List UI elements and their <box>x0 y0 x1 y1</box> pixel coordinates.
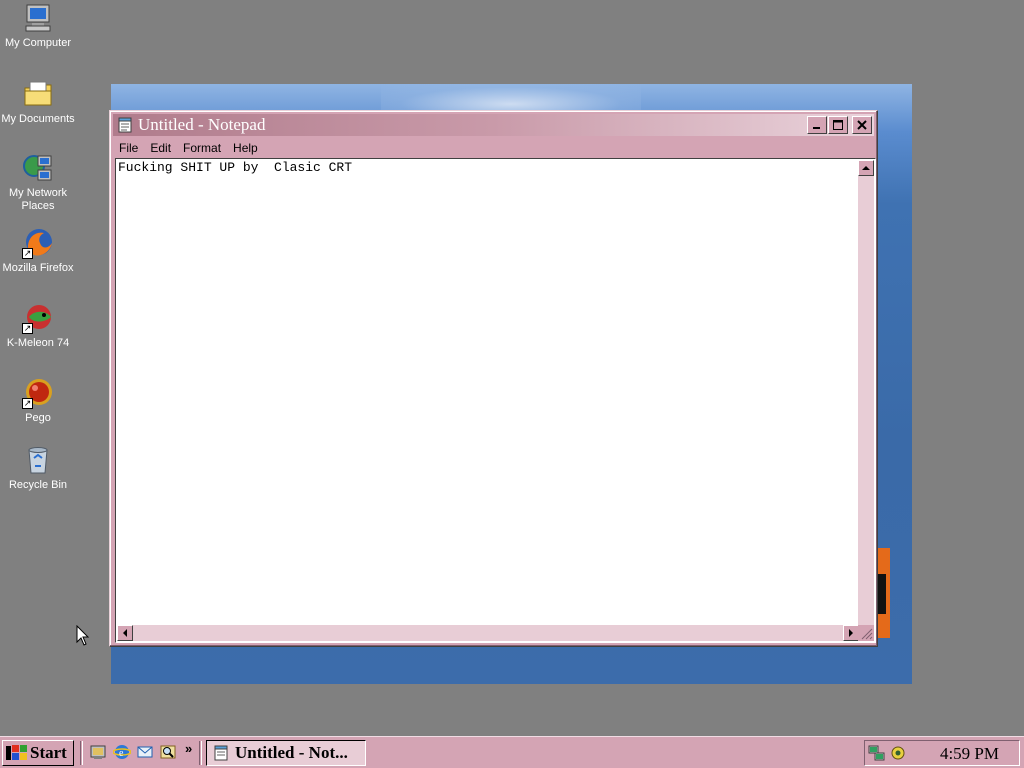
desktop-icon-my-network-places[interactable]: My Network Places <box>0 152 76 213</box>
scroll-left-button[interactable] <box>117 625 133 641</box>
desktop-icon-my-documents[interactable]: My Documents <box>0 78 76 126</box>
menu-help[interactable]: Help <box>227 141 264 155</box>
clock[interactable]: 4:59 PM <box>940 744 999 764</box>
desktop-icon-label: Mozilla Firefox <box>2 262 74 274</box>
system-tray: 4:59 PM <box>864 740 1020 766</box>
desktop-icon-mozilla-firefox[interactable]: ↗ Mozilla Firefox <box>0 227 76 275</box>
desktop-icon-label: My Network Places <box>8 187 68 212</box>
kmeleon-icon: ↗ <box>22 302 54 334</box>
editor-text[interactable]: Fucking SHIT UP by Clasic CRT <box>118 160 352 175</box>
internet-explorer-icon[interactable]: e <box>113 743 131 761</box>
scroll-up-button[interactable] <box>858 160 874 176</box>
quicklaunch-separator <box>80 741 83 765</box>
arrow-up-icon <box>862 166 870 170</box>
taskbar-separator <box>199 741 202 765</box>
taskbar-item-notepad[interactable]: Untitled - Not... <box>206 740 366 766</box>
notepad-icon <box>118 117 132 133</box>
wallpaper-detail-inner <box>878 574 886 614</box>
start-label: Start <box>30 743 67 762</box>
firefox-icon: ↗ <box>22 227 54 259</box>
desktop-icon-k-meleon[interactable]: ↗ K-Meleon 74 <box>0 302 76 350</box>
window-titlebar[interactable]: Untitled - Notepad <box>113 114 874 136</box>
vertical-scrollbar[interactable] <box>858 160 874 626</box>
resize-grip[interactable] <box>858 625 874 641</box>
computer-icon <box>22 2 54 34</box>
close-icon <box>857 120 867 130</box>
windows-logo-icon <box>6 745 27 760</box>
desktop-icon-label: Recycle Bin <box>8 479 68 491</box>
taskbar: Start e » Untitled - Not... 4:59 PM <box>0 736 1024 768</box>
resize-grip-icon <box>861 628 873 640</box>
menu-bar: File Edit Format Help <box>113 138 874 157</box>
show-desktop-icon[interactable] <box>89 743 107 761</box>
outlook-express-icon[interactable] <box>136 743 154 761</box>
arrow-left-icon <box>123 629 127 637</box>
notepad-window[interactable]: Untitled - Notepad File Edit Format Help… <box>109 110 878 647</box>
maximize-button[interactable] <box>828 116 848 134</box>
menu-format[interactable]: Format <box>177 141 227 155</box>
text-editor[interactable]: Fucking SHIT UP by Clasic CRT <box>115 158 876 643</box>
folder-icon <box>22 78 54 110</box>
volume-tray-icon[interactable] <box>889 744 907 762</box>
shortcut-arrow-icon: ↗ <box>22 398 33 409</box>
start-button[interactable]: Start <box>2 740 74 766</box>
minimize-icon <box>813 127 820 129</box>
window-title: Untitled - Notepad <box>138 115 266 134</box>
desktop-icon-my-computer[interactable]: My Computer <box>0 2 76 50</box>
notepad-icon <box>214 745 228 761</box>
minimize-button[interactable] <box>807 116 827 134</box>
shortcut-arrow-icon: ↗ <box>22 248 33 259</box>
shortcut-arrow-icon: ↗ <box>22 323 33 334</box>
taskbar-item-label: Untitled - Not... <box>235 743 348 762</box>
menu-file[interactable]: File <box>113 141 144 155</box>
desktop-icon-recycle-bin[interactable]: Recycle Bin <box>0 444 76 492</box>
search-icon[interactable] <box>159 743 177 761</box>
svg-text:e: e <box>119 748 124 759</box>
horizontal-scrollbar[interactable] <box>117 625 859 641</box>
menu-edit[interactable]: Edit <box>144 141 177 155</box>
scroll-right-button[interactable] <box>843 625 859 641</box>
mouse-cursor-icon <box>76 625 90 646</box>
desktop-icon-pego[interactable]: ↗ Pego <box>0 377 76 425</box>
quicklaunch-more-button[interactable]: » <box>185 741 192 756</box>
arrow-right-icon <box>849 629 853 637</box>
desktop-icon-label: My Documents <box>1 113 75 125</box>
desktop-icon-label: K-Meleon 74 <box>6 337 70 349</box>
pego-icon: ↗ <box>22 377 54 409</box>
network-icon <box>22 152 54 184</box>
desktop-icon-label: Pego <box>25 412 51 424</box>
network-tray-icon[interactable] <box>868 744 886 762</box>
maximize-icon <box>833 120 843 130</box>
close-button[interactable] <box>852 116 872 134</box>
desktop-icon-label: My Computer <box>4 37 72 49</box>
recycle-bin-icon <box>22 444 54 476</box>
